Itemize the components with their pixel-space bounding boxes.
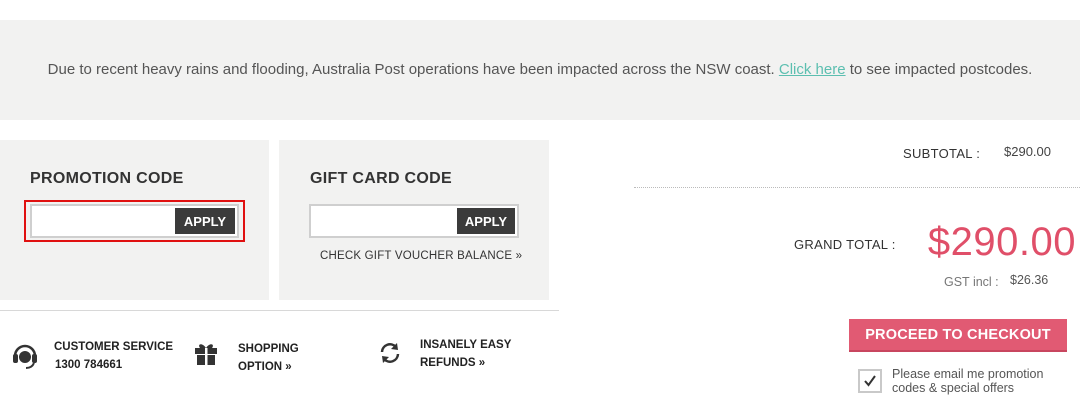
grand-total-label: GRAND TOTAL : — [794, 237, 896, 252]
proceed-to-checkout-button[interactable]: PROCEED TO CHECKOUT — [849, 319, 1067, 352]
summary-divider — [634, 187, 1080, 188]
notice-text-before: Due to recent heavy rains and flooding, … — [47, 61, 779, 78]
promotion-code-form: APPLY — [30, 204, 239, 238]
subtotal-value: $290.00 — [1004, 144, 1051, 159]
gift-icon — [193, 340, 219, 371]
checkmark-icon — [864, 375, 876, 387]
promo-email-label: Please email me promotion codes & specia… — [892, 367, 1044, 395]
gift-card-apply-button[interactable]: APPLY — [457, 208, 515, 234]
refresh-icon — [378, 341, 402, 370]
easy-refunds-link: REFUNDS » — [420, 357, 486, 369]
customer-service-phone: 1300 784661 — [55, 359, 123, 371]
promotion-apply-button[interactable]: APPLY — [175, 208, 235, 234]
gift-card-form: APPLY — [309, 204, 519, 238]
divider — [0, 310, 559, 311]
easy-refunds-label: INSANELY EASY — [420, 339, 512, 351]
promo-email-checkbox[interactable] — [858, 369, 882, 393]
subtotal-label: SUBTOTAL : — [903, 146, 981, 161]
customer-service-label: CUSTOMER SERVICE — [54, 341, 174, 353]
gift-card-title: GIFT CARD CODE — [310, 170, 452, 187]
flood-notice-banner: Due to recent heavy rains and flooding, … — [0, 20, 1080, 120]
shopping-option-label: SHOPPING — [238, 343, 299, 355]
notice-text: Due to recent heavy rains and flooding, … — [20, 60, 1060, 80]
gift-card-input[interactable] — [311, 206, 455, 236]
promotion-code-title: PROMOTION CODE — [30, 170, 184, 187]
headset-icon — [10, 340, 40, 375]
grand-total-value: $290.00 — [927, 220, 1076, 264]
notice-text-after: to see impacted postcodes. — [845, 61, 1033, 78]
shopping-option-link: OPTION » — [238, 361, 292, 373]
gst-label: GST incl : — [944, 275, 999, 289]
click-here-link[interactable]: Click here — [779, 61, 846, 78]
promotion-code-input[interactable] — [32, 206, 172, 236]
gst-value: $26.36 — [1010, 273, 1049, 287]
check-gift-voucher-balance-link[interactable]: CHECK GIFT VOUCHER BALANCE » — [320, 250, 522, 262]
